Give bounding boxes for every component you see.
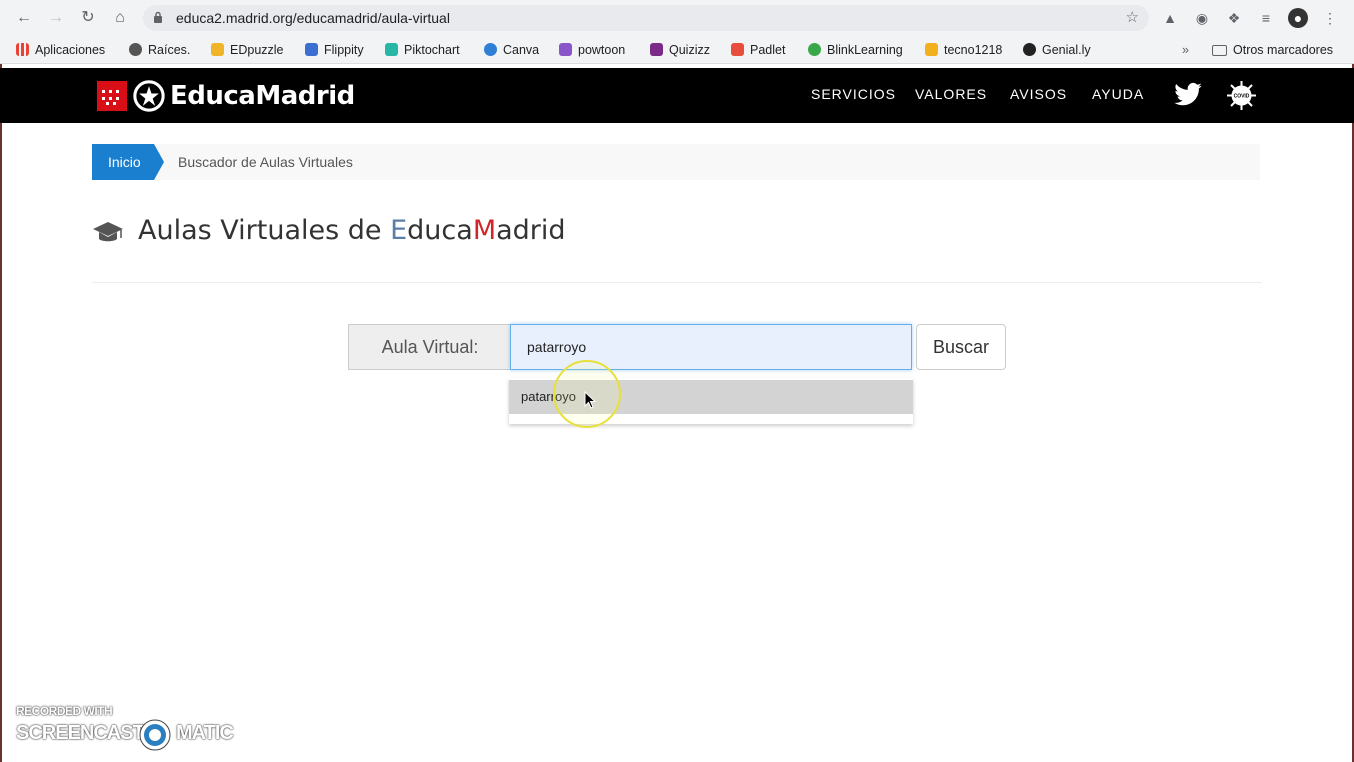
bookmark-star-icon[interactable]: ☆ xyxy=(1126,8,1139,26)
bookmark-aplicaciones[interactable]: Aplicaciones xyxy=(16,41,105,59)
watermark-recorded-with: RECORDED WITH xyxy=(16,704,113,718)
powtoon-icon xyxy=(559,43,572,56)
screencast-logo-icon xyxy=(139,719,171,751)
reload-icon[interactable]: ↻ xyxy=(77,7,99,29)
other-bookmarks[interactable]: Otros marcadores xyxy=(1212,41,1333,59)
title-prefix: Aulas Virtuales de xyxy=(138,215,391,246)
buscar-button[interactable]: Buscar xyxy=(916,324,1006,370)
menu-valores[interactable]: VALORES xyxy=(915,86,987,102)
twitter-icon[interactable] xyxy=(1173,81,1203,109)
bookmark-quizizz[interactable]: Quizizz xyxy=(650,41,710,59)
extension-globe-icon[interactable]: ◉ xyxy=(1192,8,1212,28)
watermark-matic: MATIC xyxy=(176,722,234,744)
bookmark-powtoon[interactable]: powtoon xyxy=(559,41,625,59)
canva-icon xyxy=(484,43,497,56)
bookmark-label: Aplicaciones xyxy=(35,43,106,57)
puzzle-icon[interactable]: ❖ xyxy=(1224,8,1244,28)
title-letter-m: M xyxy=(472,215,497,246)
menu-ayuda[interactable]: AYUDA xyxy=(1092,86,1144,102)
title-letter-e: E xyxy=(390,215,408,246)
url-text: educa2.madrid.org/educamadrid/aula-virtu… xyxy=(176,10,450,26)
bookmark-label: Piktochart xyxy=(404,43,460,57)
bookmark-genially[interactable]: Genial.ly xyxy=(1023,41,1091,59)
educamadrid-logo-icon[interactable] xyxy=(133,80,165,112)
breadcrumb-current: Buscador de Aulas Virtuales xyxy=(178,154,353,170)
tecno-icon xyxy=(925,43,938,56)
piktochart-icon xyxy=(385,43,398,56)
site-logo-text[interactable]: EducaMadrid xyxy=(170,81,355,111)
menu-servicios[interactable]: SERVICIOS xyxy=(811,86,896,102)
other-bookmarks-label: Otros marcadores xyxy=(1233,43,1334,57)
back-icon[interactable]: ← xyxy=(13,7,35,29)
forward-icon[interactable]: → xyxy=(45,7,67,29)
bookmark-tecno1218[interactable]: tecno1218 xyxy=(925,41,1002,59)
menu-avisos[interactable]: AVISOS xyxy=(1010,86,1067,102)
page-title: Aulas Virtuales de EducaMadrid xyxy=(138,215,566,246)
site-header: EducaMadrid SERVICIOS VALORES AVISOS AYU… xyxy=(0,68,1354,123)
profile-avatar-icon[interactable]: ● xyxy=(1288,8,1308,28)
bookmark-label: Raíces. xyxy=(148,43,191,57)
bookmark-label: Quizizz xyxy=(669,43,710,57)
bookmark-label: EDpuzzle xyxy=(230,43,284,57)
comunidad-madrid-flag-icon[interactable] xyxy=(97,81,127,111)
edpuzzle-icon xyxy=(211,43,224,56)
bookmark-label: Padlet xyxy=(750,43,786,57)
watermark-screencast: SCREENCAST xyxy=(16,722,145,744)
quizizz-icon xyxy=(650,43,663,56)
breadcrumb-home[interactable]: Inicio xyxy=(92,144,164,180)
title-adrid: adrid xyxy=(496,215,566,246)
lock-icon xyxy=(154,11,162,23)
browser-toolbar: ← → ↻ ⌂ educa2.madrid.org/educamadrid/au… xyxy=(0,0,1354,36)
blinklearning-icon xyxy=(808,43,821,56)
home-icon[interactable]: ⌂ xyxy=(109,7,131,29)
aula-virtual-label: Aula Virtual: xyxy=(348,324,511,370)
bookmark-label: Flippity xyxy=(324,43,364,57)
title-divider xyxy=(92,282,1262,283)
bookmarks-bar: Aplicaciones Raíces. EDpuzzle Flippity P… xyxy=(0,36,1354,64)
genially-icon xyxy=(1023,43,1036,56)
bookmark-piktochart[interactable]: Piktochart xyxy=(385,41,460,59)
bookmark-blinklearning[interactable]: BlinkLearning xyxy=(808,41,903,59)
window-edge-left xyxy=(0,64,2,762)
covid-label: COVID xyxy=(1234,94,1250,100)
folder-icon xyxy=(1212,45,1227,56)
padlet-icon xyxy=(731,43,744,56)
bookmark-label: BlinkLearning xyxy=(827,43,903,57)
covid-virus-icon[interactable]: COVID xyxy=(1226,80,1257,111)
raices-icon xyxy=(129,43,142,56)
mouse-pointer-icon xyxy=(584,391,596,409)
bookmark-label: Genial.ly xyxy=(1042,43,1091,57)
breadcrumb: Inicio Buscador de Aulas Virtuales xyxy=(92,144,1260,180)
bookmark-flippity[interactable]: Flippity xyxy=(305,41,364,59)
address-bar[interactable]: educa2.madrid.org/educamadrid/aula-virtu… xyxy=(143,5,1149,31)
reading-list-icon[interactable]: ≡ xyxy=(1256,8,1276,28)
graduation-cap-icon xyxy=(93,222,123,242)
bookmark-edpuzzle[interactable]: EDpuzzle xyxy=(211,41,284,59)
flippity-icon xyxy=(305,43,318,56)
bookmark-padlet[interactable]: Padlet xyxy=(731,41,785,59)
bookmark-raices[interactable]: Raíces. xyxy=(129,41,190,59)
drive-icon[interactable]: ▲ xyxy=(1160,8,1180,28)
bookmark-label: Canva xyxy=(503,43,540,57)
bookmarks-overflow[interactable]: » xyxy=(1182,41,1189,59)
bookmark-canva[interactable]: Canva xyxy=(484,41,539,59)
bookmark-label: tecno1218 xyxy=(944,43,1003,57)
apps-grid-icon xyxy=(16,43,29,56)
title-duca: duca xyxy=(407,215,473,246)
kebab-menu-icon[interactable]: ⋮ xyxy=(1320,8,1340,28)
bookmark-label: powtoon xyxy=(578,43,626,57)
